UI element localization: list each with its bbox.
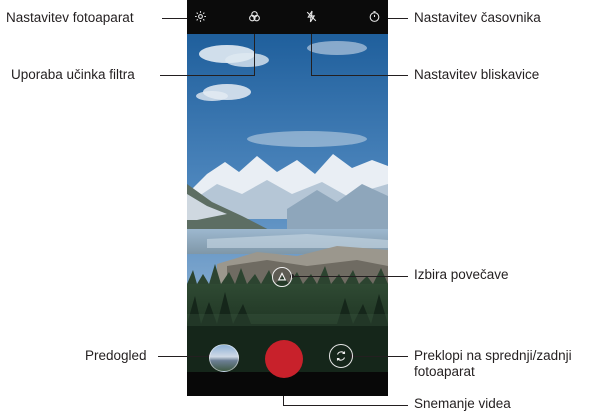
record-video-button[interactable] [265, 340, 303, 378]
leader-line [283, 405, 408, 406]
leader-line [160, 75, 254, 76]
callout-camera-settings: Nastavitev fotoaparat [6, 10, 134, 25]
filter-icon[interactable] [246, 8, 262, 24]
leader-line [352, 356, 408, 357]
camera-switch-icon[interactable] [329, 344, 353, 368]
viewfinder-scene [187, 34, 388, 372]
callout-preview: Predogled [85, 348, 147, 363]
leader-line [311, 75, 408, 76]
callout-flash-settings: Nastavitev bliskavice [414, 67, 540, 82]
callout-record-video: Snemanje videa [414, 396, 511, 411]
callout-filter-effect: Uporaba učinka filtra [11, 67, 135, 82]
gear-icon[interactable] [192, 8, 208, 24]
callout-switch-camera: Preklopi na sprednji/zadnji [414, 348, 572, 363]
leader-line [254, 29, 255, 76]
leader-line [158, 356, 210, 357]
callout-zoom-selection: Izbira povečave [414, 267, 509, 282]
flash-off-icon[interactable] [303, 8, 319, 24]
callout-switch-camera-line2: fotoaparat [414, 364, 475, 379]
camera-top-bar [187, 0, 388, 34]
callout-timer-settings: Nastavitev časovnika [414, 10, 541, 25]
preview-thumbnail[interactable] [209, 344, 239, 372]
leader-line [311, 29, 312, 76]
zoom-icon[interactable] [272, 267, 292, 287]
camera-screen [187, 0, 388, 396]
leader-line [292, 276, 408, 277]
timer-icon[interactable] [366, 8, 382, 24]
